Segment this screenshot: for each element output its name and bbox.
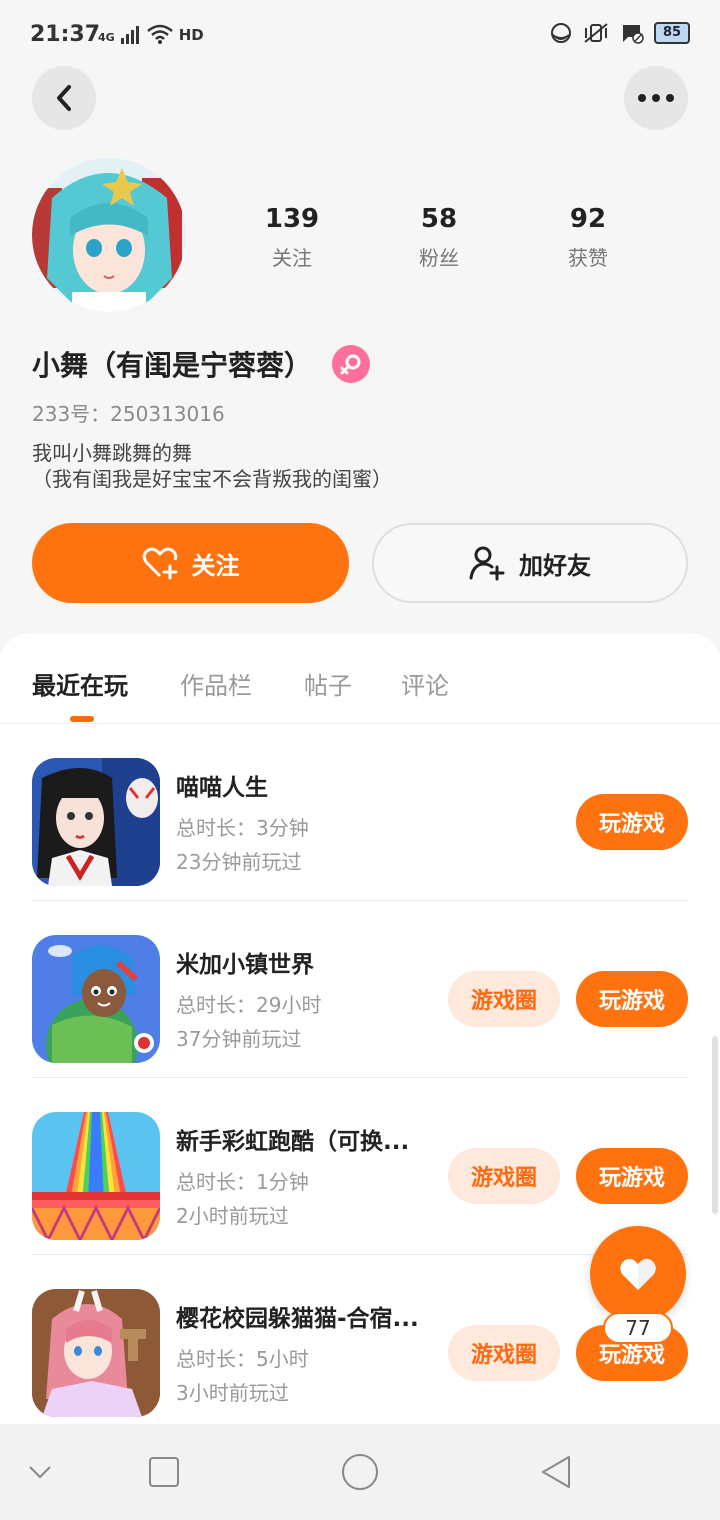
nav-recents-button[interactable] [140, 1448, 188, 1496]
avatar[interactable] [32, 158, 186, 312]
game-last-played: 37分钟前玩过 [176, 1027, 302, 1051]
like-fab-button[interactable] [590, 1226, 686, 1322]
tab-recently-played[interactable]: 最近在玩 [32, 666, 128, 701]
tab-works[interactable]: 作品栏 [180, 666, 252, 701]
following-stat[interactable]: 139 关注 [232, 204, 352, 271]
game-row[interactable]: 新手彩虹跑酷（可换... 总时长：1分钟 2小时前玩过 游戏圈 玩游戏 [0, 1078, 720, 1255]
game-last-played: 2小时前玩过 [176, 1204, 289, 1228]
tab-indicator [70, 716, 94, 722]
likes-stat[interactable]: 92 获赞 [528, 204, 648, 271]
game-duration: 总时长：3分钟 [176, 816, 309, 840]
game-name: 喵喵人生 [176, 775, 268, 801]
network-type: 4G [98, 31, 115, 44]
scrollbar[interactable] [712, 1036, 718, 1214]
add-friend-button[interactable]: 加好友 [372, 523, 688, 603]
user-id: 233号：250313016 [32, 402, 225, 426]
likes-count: 92 [569, 204, 607, 234]
square-icon [149, 1457, 179, 1487]
fans-count: 58 [420, 204, 458, 234]
more-button[interactable] [624, 66, 688, 130]
game-duration: 总时长：1分钟 [176, 1170, 309, 1194]
status-bar: 21:37 4G HD 85 [0, 0, 720, 72]
more-horizontal-icon [638, 94, 674, 102]
username: 小舞（有闺是宁蓉蓉） [32, 349, 313, 382]
game-icon [32, 1289, 160, 1417]
game-icon [32, 1112, 160, 1240]
game-circle-button[interactable]: 游戏圈 [448, 1325, 560, 1381]
play-game-button[interactable]: 玩游戏 [576, 1148, 688, 1204]
triangle-back-icon [542, 1456, 570, 1488]
signal-indicators: 4G HD [98, 24, 204, 44]
heart-icon [620, 1258, 656, 1290]
chevron-down-icon [29, 1466, 51, 1479]
hd-indicator: HD [178, 26, 204, 44]
vibrate-mute-icon [584, 23, 608, 43]
add-user-icon [469, 546, 505, 581]
following-count: 139 [264, 204, 320, 234]
user-bio: 我叫小舞跳舞的舞 （我有闺我是好宝宝不会背叛我的闺蜜） [32, 441, 392, 491]
play-game-button[interactable]: 玩游戏 [576, 794, 688, 850]
circle-icon [342, 1454, 378, 1490]
heart-plus-icon [142, 547, 177, 580]
play-game-button[interactable]: 玩游戏 [576, 971, 688, 1027]
following-label: 关注 [272, 246, 312, 270]
game-circle-button[interactable]: 游戏圈 [448, 1148, 560, 1204]
game-row[interactable]: 米加小镇世界 总时长：29小时 37分钟前玩过 游戏圈 玩游戏 [0, 901, 720, 1078]
system-nav-bar [0, 1424, 720, 1520]
add-friend-label: 加好友 [519, 551, 591, 580]
signal-icon [120, 26, 139, 44]
avatar-image [32, 158, 186, 312]
tab-comments[interactable]: 评论 [401, 666, 449, 701]
game-name: 米加小镇世界 [176, 952, 314, 978]
follow-label: 关注 [191, 551, 240, 580]
chevron-left-icon [57, 85, 71, 111]
likes-label: 获赞 [568, 246, 608, 270]
game-last-played: 3小时前玩过 [176, 1381, 289, 1405]
wifi-icon [146, 24, 173, 44]
nav-back-button[interactable] [532, 1448, 580, 1496]
game-duration: 总时长：29小时 [176, 993, 322, 1017]
fans-label: 粉丝 [419, 246, 459, 270]
game-duration: 总时长：5小时 [176, 1347, 309, 1371]
nav-home-button[interactable] [336, 1448, 384, 1496]
fans-stat[interactable]: 58 粉丝 [379, 204, 499, 271]
game-icon [32, 935, 160, 1063]
game-circle-button[interactable]: 游戏圈 [448, 971, 560, 1027]
game-name: 新手彩虹跑酷（可换... [176, 1129, 410, 1155]
battery-indicator: 85 [654, 22, 690, 44]
message-off-icon [622, 25, 644, 44]
tab-posts[interactable]: 帖子 [304, 666, 352, 701]
data-saver-icon [551, 23, 571, 43]
nav-collapse-button[interactable] [16, 1448, 64, 1496]
game-row[interactable]: 喵喵人生 总时长：3分钟 23分钟前玩过 玩游戏 [0, 724, 720, 901]
game-icon [32, 758, 160, 886]
back-button[interactable] [32, 66, 96, 130]
follow-button[interactable]: 关注 [32, 523, 349, 603]
tab-bar: 最近在玩 作品栏 帖子 评论 [0, 634, 720, 724]
like-count-badge: 77 [603, 1312, 673, 1344]
game-name: 樱花校园躲猫猫-合宿... [176, 1306, 419, 1332]
female-icon [332, 345, 370, 383]
status-time: 21:37 [30, 22, 101, 47]
game-last-played: 23分钟前玩过 [176, 850, 302, 874]
